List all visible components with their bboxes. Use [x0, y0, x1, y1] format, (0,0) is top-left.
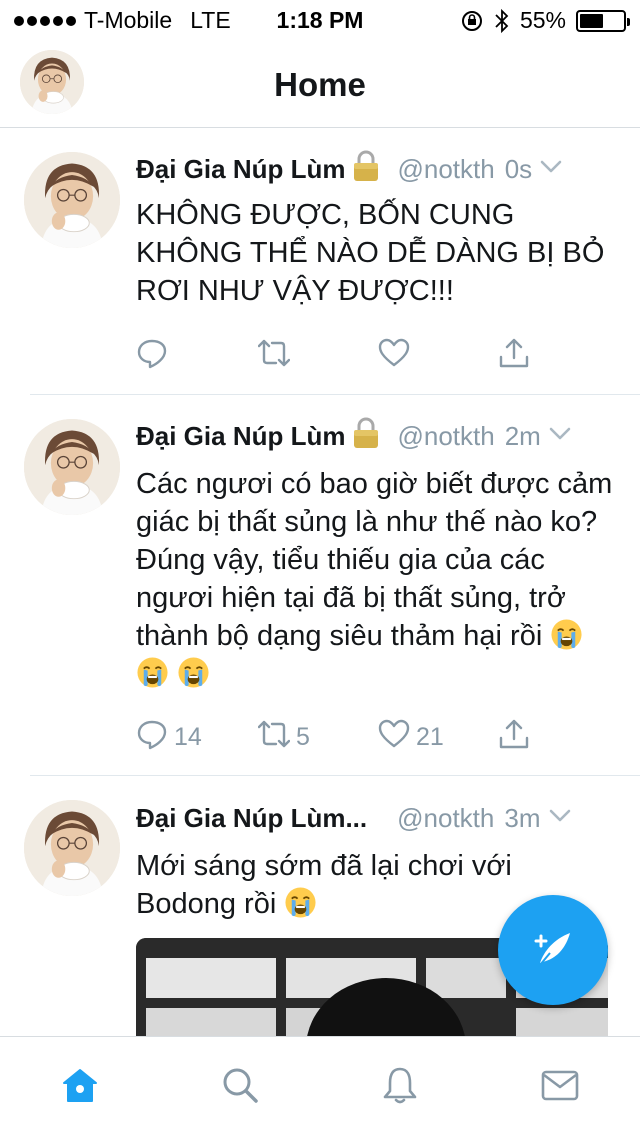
tweet-header: Đại Gia Núp Lùm... @notkth 3m — [136, 800, 612, 836]
battery-percent: 55% — [519, 7, 566, 33]
reply-count: 14 — [174, 722, 202, 751]
chevron-down-icon[interactable] — [547, 420, 573, 453]
crying-emoji-icon — [284, 886, 317, 919]
emoji-glyph — [178, 657, 209, 688]
retweet-count: 5 — [296, 722, 310, 751]
tab-messages[interactable] — [540, 1065, 580, 1105]
reply-button[interactable]: 14 — [136, 719, 202, 755]
lock-glyph — [354, 417, 379, 448]
tweet-text-body: Các ngươi có bao giờ biết được cảm giác … — [136, 468, 613, 652]
tweet-header: Đại Gia Núp Lùm @notkth 2m — [136, 416, 612, 457]
nav-header: Home — [0, 40, 640, 128]
tweet-author-name[interactable]: Đại Gia Núp Lùm — [136, 154, 345, 185]
tweet[interactable]: Đại Gia Núp Lùm @notkth 0s KHÔNG ĐƯỢC, B… — [0, 128, 640, 394]
retweet-icon — [257, 718, 291, 757]
tweet-author-name[interactable]: Đại Gia Núp Lùm... — [136, 803, 367, 834]
crying-emoji-icon — [136, 656, 169, 689]
heart-icon — [378, 718, 410, 757]
crying-emoji-icon — [550, 618, 583, 651]
tweet-text-body: Mới sáng sớm đã lại chơi với Bodong rồi — [136, 850, 512, 920]
bluetooth-icon — [495, 8, 509, 33]
reply-button[interactable] — [136, 338, 174, 374]
tweet-actions — [136, 338, 556, 374]
tab-bar — [0, 1036, 640, 1136]
share-icon — [498, 337, 530, 376]
tweet-avatar[interactable] — [24, 152, 120, 248]
emoji-glyph — [551, 619, 582, 650]
tweet-text: Các ngươi có bao giờ biết được cảm giác … — [136, 465, 616, 693]
envelope-icon — [541, 1070, 579, 1101]
compose-button[interactable] — [498, 895, 608, 1005]
page-title: Home — [274, 66, 366, 103]
chevron-down-icon[interactable] — [538, 153, 564, 186]
tweet-author-handle[interactable]: @notkth — [397, 154, 494, 185]
avatar-portrait — [24, 800, 120, 896]
heart-icon — [378, 337, 410, 376]
lock-glyph — [354, 150, 379, 181]
chevron-down-icon[interactable] — [547, 802, 573, 835]
tweet-timestamp: 0s — [504, 153, 533, 184]
share-icon — [498, 718, 530, 757]
reply-icon — [136, 718, 168, 757]
status-right: 55% — [460, 7, 630, 34]
tweet-avatar[interactable] — [24, 419, 120, 515]
chevron-glyph — [540, 160, 562, 172]
like-button[interactable] — [378, 338, 416, 374]
avatar-portrait — [24, 152, 120, 248]
tweet-timestamp: 2m — [504, 420, 541, 451]
lock-icon — [351, 149, 381, 190]
tweet-actions: 14 5 21 — [136, 719, 556, 755]
lock-icon — [351, 416, 381, 457]
tweet-avatar[interactable] — [24, 800, 120, 896]
emoji-glyph — [285, 887, 316, 918]
home-icon — [63, 1069, 97, 1102]
tweet-author-name[interactable]: Đại Gia Núp Lùm — [136, 421, 345, 452]
emoji-glyph — [137, 657, 168, 688]
search-icon — [223, 1068, 258, 1103]
chevron-glyph — [549, 809, 570, 821]
compose-icon — [534, 933, 570, 966]
retweet-button[interactable]: 5 — [257, 718, 310, 757]
retweet-button[interactable] — [257, 337, 296, 376]
tab-home[interactable] — [60, 1065, 100, 1105]
tweet[interactable]: Đại Gia Núp Lùm @notkth 2m Các ngươi có … — [0, 395, 640, 775]
bell-icon — [383, 1067, 417, 1104]
retweet-icon — [257, 337, 291, 376]
share-button[interactable] — [498, 719, 530, 755]
like-button[interactable]: 21 — [378, 719, 444, 755]
tweet-author-handle[interactable]: @notkth — [397, 803, 494, 834]
crying-emoji-icon — [177, 656, 210, 689]
like-count: 21 — [416, 722, 444, 751]
reply-icon — [136, 337, 168, 376]
tweet-header: Đại Gia Núp Lùm @notkth 0s — [136, 149, 612, 190]
tweet-text: KHÔNG ĐƯỢC, BỐN CUNG KHÔNG THỂ NÀO DỄ DÀ… — [136, 199, 605, 307]
battery-icon — [576, 9, 630, 32]
avatar-portrait — [24, 419, 120, 515]
battery-fill — [580, 13, 604, 28]
tweet-timestamp: 3m — [504, 802, 541, 833]
tab-search[interactable] — [220, 1065, 260, 1105]
tab-notifications[interactable] — [380, 1065, 420, 1105]
share-button[interactable] — [498, 338, 530, 374]
status-bar: T-Mobile LTE 1:18 PM 55% — [0, 0, 640, 40]
tweet-author-handle[interactable]: @notkth — [397, 421, 494, 452]
rotation-lock-icon — [461, 10, 482, 31]
chevron-glyph — [549, 427, 571, 439]
